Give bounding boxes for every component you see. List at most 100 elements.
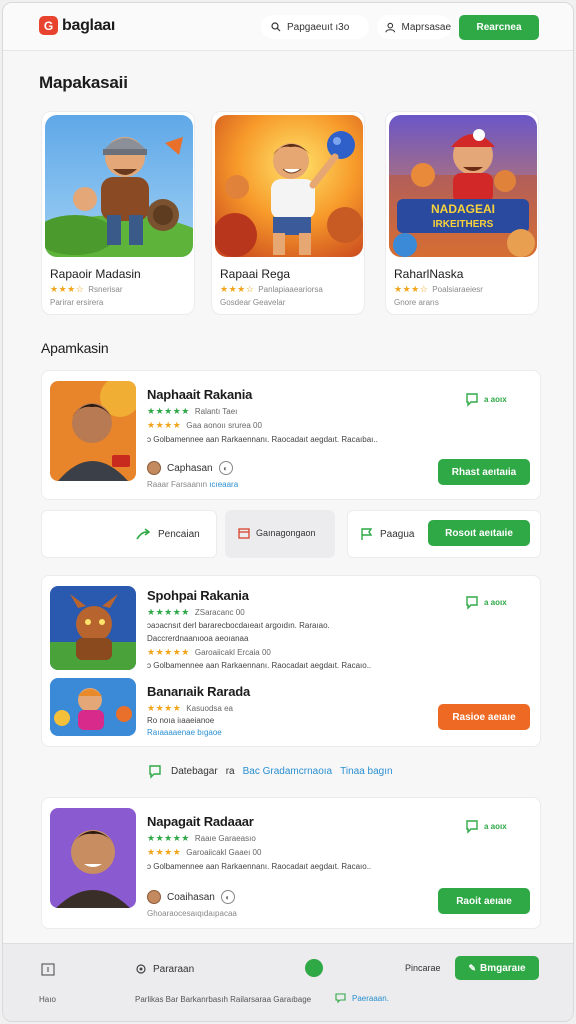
footer-link-c[interactable]: Haıo [39, 995, 56, 1004]
footer-link-d[interactable]: Parlikas Bar Barkanrbasıh Railarsaraa Ga… [135, 995, 311, 1004]
developer-sub-link[interactable]: ıcıeaara [209, 480, 238, 489]
list-item[interactable]: Spohpai Rakania ★★★★★ ZSaracanc 00 ɔaɔac… [41, 575, 541, 747]
avatar [147, 890, 161, 904]
logo-text: baglaaı [62, 16, 116, 34]
developer-sub: Ghoaraocesaıqıdaıpacaa [147, 909, 237, 918]
rating-text: Raaıe Garaeasıo [194, 834, 256, 843]
list-item[interactable]: Naphaait Rakania ★★★★★ Ralantı Taeı ★★★★… [41, 370, 541, 500]
star-rating-icon: ★★★★ [147, 703, 182, 713]
app-icon [50, 381, 136, 481]
account-text: Maprsasae [401, 21, 451, 33]
link-a[interactable]: Datebagar [171, 766, 218, 777]
header-cta-button[interactable]: Rearcnea [459, 15, 539, 40]
search-field[interactable]: Papgaeuıt ı3o [261, 15, 369, 39]
footer-nav-a-label: Pararaan [153, 963, 195, 975]
status-dot[interactable] [305, 959, 323, 977]
list-title: Apamkasin [41, 340, 109, 356]
developer-name: Caphasan [167, 462, 213, 474]
star-rating-icon: ★★★★ [147, 420, 182, 430]
action-c-label: Paagua [380, 528, 415, 540]
download-text: a aoıx [484, 394, 507, 404]
app-icon [50, 808, 136, 908]
app-icon [50, 678, 136, 736]
game-meta: Panlapiaaeariorsa [258, 285, 323, 294]
footer-nav-a[interactable]: Pararaan [135, 963, 194, 975]
chat-icon [466, 820, 478, 834]
list-item[interactable]: Napagait Radaaar ★★★★★ Raaıe Garaeasıo ★… [41, 797, 541, 929]
meta-text: Garoaiicakl Gaaeı 00 [186, 848, 262, 857]
download-count[interactable]: a aoıx [464, 391, 507, 407]
chat-icon [335, 993, 346, 1004]
avatar [147, 461, 161, 475]
featured-card[interactable]: NADAGEAI IRKEITHERS RaharlNaska ★★★☆ Poa… [385, 111, 539, 315]
game-meta-secondary: Gnore ararıs [394, 298, 439, 307]
star-rating-icon: ★★★☆ [50, 284, 85, 294]
install-button[interactable]: Raoit aeıaıe [438, 888, 530, 914]
action-card[interactable]: Paagua Rosoıt aeıtaıie [347, 510, 541, 558]
developer-sub-link[interactable]: Raıaaaaenae bıgaoe [147, 728, 222, 737]
featured-card[interactable]: Rapaai Rega ★★★☆ Panlapiaaeariorsa Gosde… [211, 111, 365, 315]
rating-row: ★★★★★ ZSaracanc 00 [147, 607, 245, 618]
app-title: Spohpai Rakania [147, 588, 249, 603]
action-card[interactable]: Pencaian [41, 510, 217, 558]
meta-text: Gaa aonoıı srurea 00 [186, 421, 262, 430]
link-d[interactable]: Tinaa bagın [340, 766, 392, 777]
link-b[interactable]: ra [226, 766, 235, 777]
footer-link-e[interactable]: Paeraaan. [335, 993, 389, 1004]
footer-link-e-label: Paeraaan. [352, 994, 389, 1003]
download-count[interactable]: a aoıx [464, 818, 507, 834]
game-meta-secondary: Parirar ersirera [50, 298, 104, 307]
app-description: ɔ Golbamennee aan Rarkaennanı. Raocadaıt… [147, 862, 372, 871]
action-c-button[interactable]: Rosoıt aeıtaıie [428, 520, 530, 546]
rating-row: ★★★★★ Raaıe Garaeasıo [147, 833, 256, 844]
star-rating-icon: ★★★☆ [394, 284, 429, 294]
developer-sub: Raaar Farsaanın ıcıeaara [147, 480, 238, 489]
app-description: Ro noıa iıaaeianoe [147, 716, 215, 725]
action-a-label: Pencaian [158, 528, 200, 540]
install-button[interactable]: Rasioe aeıaıe [438, 704, 530, 730]
rating-row: ★★★☆ Poalsiaraeiesr [394, 284, 483, 295]
star-rating-icon: ★★★★ [147, 847, 182, 857]
rating-row: ★★★☆ Panlapiaaeariorsa [220, 284, 323, 295]
account-button[interactable]: Maprsasae [377, 15, 451, 39]
featured-title: Mapakasaii [39, 73, 128, 92]
developer[interactable]: Coaihasan ◐ [147, 890, 235, 904]
rating-text: ZSaracanc 00 [194, 608, 245, 617]
developer-sub-text: Raaar Farsaanın [147, 480, 208, 489]
game-name: Rapaai Rega [220, 267, 291, 281]
app-title: Napagait Radaaar [147, 814, 254, 829]
action-a[interactable]: Pencaian [136, 527, 200, 541]
download-count[interactable]: a aoıx [464, 594, 507, 610]
logo[interactable]: G baglaaı [39, 16, 115, 35]
star-rating-icon: ★★★★★ [147, 607, 190, 617]
action-card[interactable]: Gaınagongaon [225, 510, 335, 558]
footer-bar: Pararaan Pincarae ✎ Bmgaraıe Haıo Parlik… [3, 943, 573, 1021]
footer-button[interactable]: ✎ Bmgaraıe [455, 956, 539, 980]
chat-icon [466, 393, 478, 407]
search-icon [271, 22, 281, 32]
star-rating-icon: ★★★★★ [147, 647, 190, 657]
link-c[interactable]: Bac Gradamcrnaoıa [243, 766, 333, 777]
footer-nav-b[interactable]: Pincarae [405, 963, 441, 973]
game-meta: Rsnerisar [88, 285, 123, 294]
developer-sub-text: Ghoaraocesaıqıdaıpacaa [147, 909, 237, 918]
developer-name: Coaihasan [167, 891, 215, 903]
action-c[interactable]: Paagua [360, 527, 414, 541]
app-description: ɔ Golbamennee aan Rarkaennanı. Raocadaıt… [147, 435, 378, 444]
developer[interactable]: Caphasan ◐ [147, 461, 233, 475]
action-b-label: Gaınagongaon [256, 528, 316, 538]
meta-row: ★★★★★ Garoaiicakl Ercaia 00 [147, 647, 271, 658]
art-banner-top: NADAGEAI [431, 202, 495, 216]
calendar-icon[interactable] [41, 962, 55, 976]
user-icon [385, 22, 396, 32]
app-description-extra: Daccrerdnaanıooa aeoıanaa [147, 634, 249, 643]
search-text: Papgaeuıt ı3o [287, 21, 350, 33]
game-art-image [45, 115, 193, 257]
top-bar: G baglaaı Papgaeuıt ı3o Maprsasae Rearcn… [3, 3, 573, 51]
action-b[interactable]: Gaınagongaon [238, 527, 316, 539]
flag-icon [361, 528, 373, 540]
featured-card[interactable]: Rapaoir Madasin ★★★☆ Rsnerisar Parirar e… [41, 111, 195, 315]
install-button[interactable]: Rhast aeıtaıia [438, 459, 530, 485]
meta-row: ★★★★ Garoaiicakl Gaaeı 00 [147, 847, 261, 858]
verified-icon: ◐ [220, 890, 235, 904]
